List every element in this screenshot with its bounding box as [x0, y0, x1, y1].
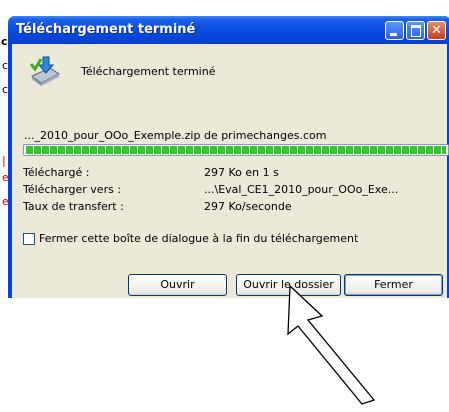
close-on-finish-label[interactable]: Fermer cette boîte de dialogue à la fin … [39, 232, 358, 245]
downloaded-label: Téléchargé : [23, 166, 90, 179]
title-bar[interactable]: Téléchargement terminé ✕ [8, 16, 449, 44]
close-window-button[interactable]: ✕ [427, 21, 446, 40]
window-title: Téléchargement terminé [16, 22, 196, 37]
minimize-button[interactable] [385, 21, 404, 40]
download-complete-dialog: Téléchargement terminé ✕ Téléchargement … [8, 16, 449, 298]
maximize-button[interactable] [406, 21, 425, 40]
open-button[interactable]: Ouvrir [128, 274, 227, 296]
maximize-icon [411, 25, 421, 37]
progress-bar [23, 144, 449, 156]
transfer-rate-value: 297 Ko/seconde [204, 200, 292, 213]
download-to-label: Télécharger vers : [23, 183, 122, 196]
heading: Téléchargement terminé [81, 65, 216, 78]
minimize-icon [390, 33, 397, 36]
downloaded-value: 297 Ko en 1 s [204, 166, 279, 179]
close-on-finish-checkbox[interactable] [23, 233, 35, 245]
dialog-body: Téléchargement terminé ..._2010_pour_OOo… [12, 44, 449, 298]
transfer-rate-label: Taux de transfert : [23, 200, 124, 213]
download-to-value: ...\Eval_CE1_2010_pour_OOo_Exe... [204, 183, 399, 196]
close-icon: ✕ [431, 23, 442, 38]
file-source: ..._2010_pour_OOo_Exemple.zip de primech… [24, 129, 327, 142]
download-complete-icon [29, 56, 60, 86]
pointer-arrow-icon [287, 284, 376, 405]
background-char: | [2, 154, 6, 167]
progress-fill [26, 146, 446, 154]
background-char: c [1, 35, 8, 48]
